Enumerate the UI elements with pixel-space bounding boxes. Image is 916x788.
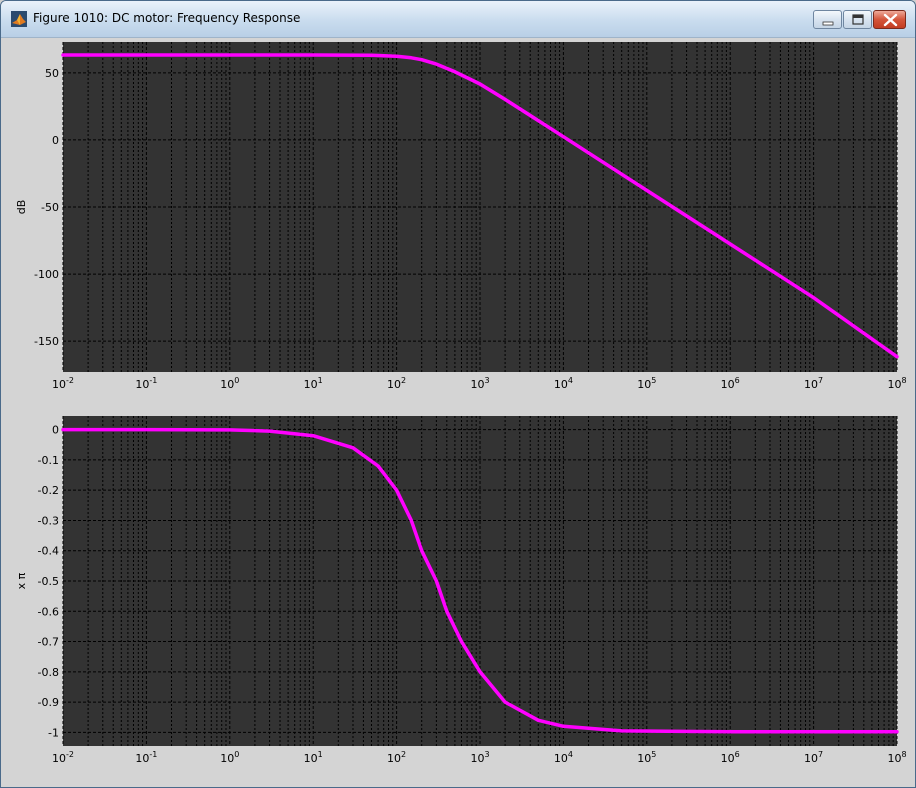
y-tick-label: -0.7 [38, 636, 59, 649]
x-tick-label: 105 [637, 750, 656, 765]
y-tick-label: -50 [41, 201, 59, 214]
y-tick-label: -0.5 [38, 575, 59, 588]
window-title: Figure 1010: DC motor: Frequency Respons… [33, 11, 301, 25]
figure-window: Figure 1010: DC motor: Frequency Respons… [0, 0, 916, 788]
close-button[interactable] [873, 10, 906, 29]
x-tick-label: 106 [721, 376, 740, 391]
matlab-icon [11, 11, 27, 27]
y-tick-label: -150 [34, 335, 59, 348]
y-tick-label: -0.4 [38, 545, 59, 558]
figure-client-area: 10-2 10-1 100 101 102 103 104 105 106 107 108 50 0 -5… [1, 38, 915, 787]
x-tick-label: 10-2 [52, 750, 74, 765]
x-tick-label: 103 [470, 376, 489, 391]
y-axis-label: x π [15, 572, 28, 589]
x-tick-label: 10-1 [135, 750, 157, 765]
x-tick-label: 107 [804, 750, 823, 765]
x-tick-label: 104 [554, 376, 573, 391]
x-tick-label: 101 [304, 376, 323, 391]
x-tick-label: 102 [387, 376, 406, 391]
y-tick-label: -0.3 [38, 514, 59, 527]
maximize-button[interactable] [843, 10, 872, 29]
y-tick-label: -0.1 [38, 454, 59, 467]
x-tick-label: 106 [721, 750, 740, 765]
x-tick-label: 102 [387, 750, 406, 765]
y-tick-label: -0.9 [38, 696, 59, 709]
x-tick-label: 10-2 [52, 376, 74, 391]
y-tick-label: -0.8 [38, 666, 59, 679]
bode-plots: 10-2 10-1 100 101 102 103 104 105 106 107 108 50 0 -5… [15, 42, 907, 765]
x-tick-label: 108 [887, 376, 906, 391]
maximize-icon [852, 14, 864, 25]
y-axis-label: dB [15, 200, 28, 215]
x-tick-label: 104 [554, 750, 573, 765]
y-tick-label: -1 [48, 726, 59, 739]
y-tick-label: 0 [52, 424, 59, 437]
y-tick-label: -0.6 [38, 605, 59, 618]
axes-2: 10-2 10-1 100 101 102 103 104 105 106 107 108 0 -0.1… [15, 416, 907, 765]
title-bar[interactable]: Figure 1010: DC motor: Frequency Respons… [1, 1, 915, 38]
axes-1: 10-2 10-1 100 101 102 103 104 105 106 107 108 50 0 -5… [15, 42, 907, 391]
x-tick-label: 105 [637, 376, 656, 391]
x-tick-label: 108 [887, 750, 906, 765]
x-tick-label: 100 [220, 376, 239, 391]
x-tick-label: 107 [804, 376, 823, 391]
x-tick-label: 100 [220, 750, 239, 765]
y-tick-label: 50 [45, 67, 59, 80]
x-tick-label: 103 [470, 750, 489, 765]
y-tick-label: 0 [52, 134, 59, 147]
minimize-button[interactable] [813, 10, 842, 29]
minimize-icon [822, 21, 834, 26]
y-tick-label: -0.2 [38, 484, 59, 497]
x-tick-label: 101 [304, 750, 323, 765]
x-tick-label: 10-1 [135, 376, 157, 391]
y-tick-label: -100 [34, 268, 59, 281]
close-icon [883, 13, 898, 27]
